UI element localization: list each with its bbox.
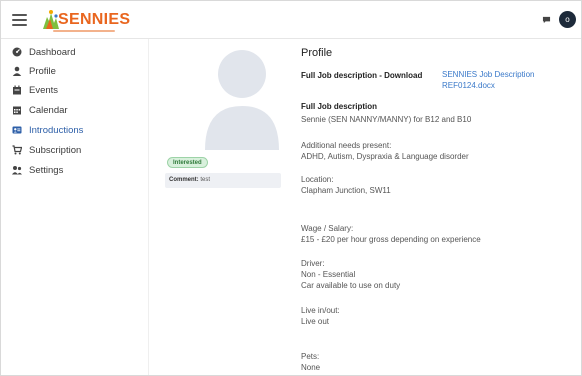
location-label: Location: xyxy=(301,175,334,184)
chat-icon[interactable] xyxy=(542,16,551,24)
user-icon xyxy=(12,66,22,76)
sidebar-item-label: Calendar xyxy=(29,104,68,116)
sidebar-item-label: Introductions xyxy=(29,124,84,136)
needs-label: Additional needs present: xyxy=(301,141,392,150)
introductions-icon xyxy=(12,126,22,134)
logo-underline xyxy=(53,30,115,32)
sidebar-item-label: Settings xyxy=(29,164,64,176)
app-window: SENNIES o Dashboard Profile Events Calen… xyxy=(0,0,582,376)
sidebar-item-introductions[interactable]: Introductions xyxy=(12,122,83,138)
sidebar-item-subscription[interactable]: Subscription xyxy=(12,142,81,158)
job-desc-label: Full Job description xyxy=(301,102,378,111)
pets-label: Pets: xyxy=(301,352,320,361)
download-link[interactable]: SENNIES Job Description REF0124.docx xyxy=(442,70,534,91)
top-bar: SENNIES o xyxy=(1,1,581,39)
sidebar-item-label: Subscription xyxy=(29,144,82,156)
live-value: Live out xyxy=(301,317,330,326)
sidebar-divider xyxy=(148,39,149,375)
sidebar-item-label: Events xyxy=(29,84,59,96)
dashboard-icon xyxy=(12,47,22,57)
comment-box: Comment: test xyxy=(165,173,281,188)
status-badge: Interested xyxy=(167,157,208,168)
sidebar-item-settings[interactable]: Settings xyxy=(12,162,63,178)
pets-value: None xyxy=(301,363,321,372)
live-label: Live in/out: xyxy=(301,306,340,315)
driver-value: Non - Essential xyxy=(301,270,356,279)
driver-note: Car available to use on duty xyxy=(301,281,401,290)
calendar-icon xyxy=(13,106,21,115)
user-avatar[interactable]: o xyxy=(559,11,576,28)
sidebar-item-label: Profile xyxy=(29,65,56,77)
cart-icon xyxy=(12,145,22,155)
location-value: Clapham Junction, SW11 xyxy=(301,186,391,195)
download-link-line1[interactable]: SENNIES Job Description xyxy=(442,70,534,81)
sidebar-item-profile[interactable]: Profile xyxy=(12,63,56,79)
logo-text: SENNIES xyxy=(58,11,131,28)
sidebar-item-label: Dashboard xyxy=(29,46,76,58)
menu-icon[interactable] xyxy=(12,14,27,26)
settings-icon xyxy=(12,166,22,175)
download-link-line2[interactable]: REF0124.docx xyxy=(442,81,534,92)
comment-value: test xyxy=(200,177,211,183)
sidebar-item-dashboard[interactable]: Dashboard xyxy=(12,44,75,60)
events-icon xyxy=(13,85,21,95)
page-title: Profile xyxy=(301,47,333,59)
job-desc-value: Sennie (SEN NANNY/MANNY) for B12 and B10 xyxy=(301,115,472,124)
download-label: Full Job description - Download xyxy=(301,71,423,80)
wage-value: £15 - £20 per hour gross depending on ex… xyxy=(301,235,481,244)
sidebar-item-calendar[interactable]: Calendar xyxy=(12,102,68,118)
avatar-placeholder xyxy=(205,50,279,150)
needs-value: ADHD, Autism, Dyspraxia & Language disor… xyxy=(301,152,469,161)
driver-label: Driver: xyxy=(301,259,325,268)
comment-label: Comment: xyxy=(169,177,199,183)
wage-label: Wage / Salary: xyxy=(301,224,354,233)
sidebar-item-events[interactable]: Events xyxy=(12,82,58,98)
